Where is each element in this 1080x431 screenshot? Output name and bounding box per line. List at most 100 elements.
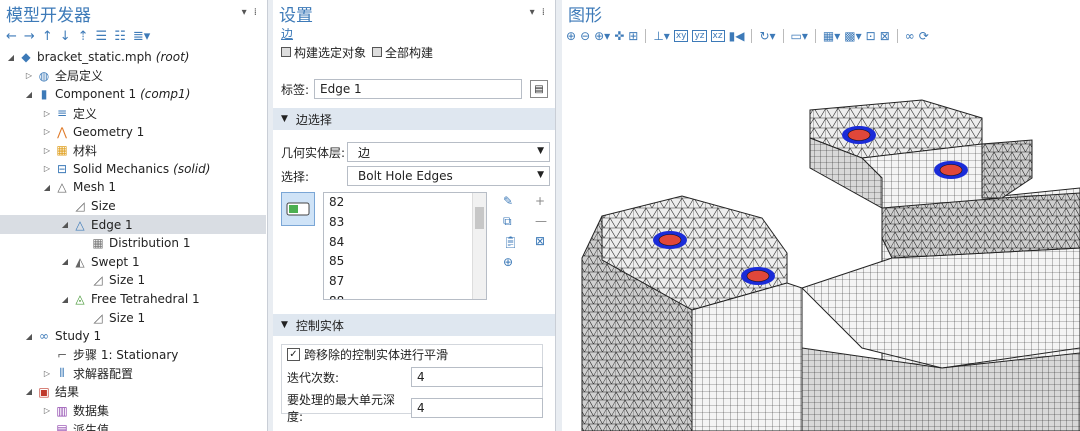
arrow-up-icon[interactable]: ↑	[42, 29, 53, 44]
arrow-right-icon[interactable]: →	[24, 29, 35, 44]
tree-item[interactable]: ◢ ◆ bracket_static.mph (root)	[0, 48, 266, 67]
clear-selection-icon[interactable]: ⊠	[535, 234, 547, 248]
tree-item[interactable]: ◿ Size	[0, 197, 266, 216]
tree-item[interactable]: ◢ ◭ Swept 1	[0, 253, 266, 272]
expanded-arrow-icon[interactable]: ◢	[24, 332, 34, 341]
expanded-arrow-icon[interactable]: ◢	[6, 53, 16, 62]
view-xy-icon[interactable]: xy	[673, 30, 689, 42]
tree-item[interactable]: ▷ ▦ 材料	[0, 141, 266, 160]
tree-item[interactable]: ▷ ◍ 全局定义	[0, 67, 266, 86]
list-item[interactable]: 82	[324, 193, 486, 213]
label-row: 标签: Edge 1 ▤	[281, 79, 548, 99]
bolt-hole[interactable]	[653, 231, 687, 249]
axis-orientation-icon[interactable]: ⊥▾	[653, 29, 669, 43]
tree-item[interactable]: ▷ ▥ 数据集	[0, 401, 266, 420]
expand-icon[interactable]: ☰	[96, 29, 108, 44]
bolt-hole[interactable]	[934, 161, 968, 179]
move-up-icon[interactable]: ⇡	[78, 29, 89, 44]
transparency-icon[interactable]: ▩▾	[844, 29, 861, 43]
tree-item[interactable]: ◢ △ Edge 1	[0, 215, 266, 234]
collapsed-arrow-icon[interactable]: ▷	[42, 146, 52, 155]
tree-item[interactable]: ▷ ≡ 定义	[0, 104, 266, 123]
zoom-in-icon[interactable]: ⊕	[566, 29, 576, 43]
toolbar-separator	[645, 29, 647, 43]
zoom-selected-icon[interactable]: ⊕	[503, 255, 518, 269]
panel-pin-icon[interactable]: ▾ ⁞	[242, 7, 259, 18]
rotate-icon[interactable]: ↻▾	[759, 29, 775, 43]
smooth-checkbox[interactable]: ✓	[287, 348, 300, 361]
paint-icon[interactable]: ✎	[503, 194, 518, 208]
list-item[interactable]: 87	[324, 272, 486, 292]
scene-light-icon[interactable]: ▦▾	[823, 29, 840, 43]
selection-select[interactable]: Bolt Hole Edges ▼	[347, 166, 550, 186]
collapse-icon[interactable]: ☷	[114, 29, 126, 44]
tree-item[interactable]: ◢ ▮ Component 1 (comp1)	[0, 85, 266, 104]
link-icon[interactable]: ∞	[905, 29, 915, 43]
tree-item[interactable]: ◢ ∞ Study 1	[0, 327, 266, 346]
comment-icon[interactable]: ▤	[530, 80, 548, 98]
tree-item[interactable]: ⌐ 步骤 1: Stationary	[0, 346, 266, 365]
selection-list-scrollbar[interactable]	[472, 193, 486, 299]
bolt-hole[interactable]	[842, 126, 876, 144]
paste-icon[interactable]: 📋︎	[503, 235, 518, 249]
zoom-box-icon[interactable]: ⊕▾	[594, 29, 610, 43]
zoom-extents-icon[interactable]: ⊞	[628, 29, 638, 43]
collapsed-arrow-icon[interactable]: ▷	[24, 71, 34, 80]
tree-item[interactable]: ◢ ▣ 结果	[0, 383, 266, 402]
build-all-button[interactable]: 全部构建	[372, 44, 433, 61]
bolt-hole[interactable]	[741, 267, 775, 285]
zoom-out-icon[interactable]: ⊖	[580, 29, 590, 43]
collapsed-arrow-icon[interactable]: ▷	[42, 164, 52, 173]
label-input[interactable]: Edge 1	[314, 79, 522, 99]
select-box-icon[interactable]: ▭▾	[791, 29, 808, 43]
list-item[interactable]: 85	[324, 252, 486, 272]
copy-icon[interactable]: ⧉	[503, 214, 518, 229]
tree-item[interactable]: ◿ Size 1	[0, 271, 266, 290]
screenshot-icon[interactable]: ⊡	[866, 29, 876, 43]
tree-item[interactable]: ▤ 派生值	[0, 420, 266, 431]
view-xz-icon[interactable]: xz	[710, 30, 725, 42]
iterations-input[interactable]: 4	[411, 367, 543, 387]
arrow-left-icon[interactable]: ←	[6, 29, 17, 44]
list-icon[interactable]: ≣▾	[133, 29, 150, 44]
geom-level-select[interactable]: 边 ▼	[347, 142, 550, 162]
collapsed-arrow-icon[interactable]: ▷	[42, 369, 52, 378]
selection-list-icon[interactable]: ⊠	[880, 29, 890, 43]
expanded-arrow-icon[interactable]: ◢	[42, 183, 52, 192]
tree-item-label: Distribution 1	[109, 236, 191, 251]
tree-item[interactable]: ▷ ⋀ Geometry 1	[0, 122, 266, 141]
expanded-arrow-icon[interactable]: ◢	[60, 295, 70, 304]
max-depth-input[interactable]: 4	[411, 398, 543, 418]
collapsed-arrow-icon[interactable]: ▷	[42, 406, 52, 415]
tree-item[interactable]: ▦ Distribution 1	[0, 234, 266, 253]
selection-list[interactable]: 828384858788	[323, 192, 487, 300]
tree-item[interactable]: ◿ Size 1	[0, 308, 266, 327]
tree-item[interactable]: ◢ ◬ Free Tetrahedral 1	[0, 290, 266, 309]
more-icon[interactable]: ⟳	[919, 29, 929, 43]
tree-item[interactable]: ▷ ⫴ 求解器配置	[0, 364, 266, 383]
build-selected-button[interactable]: 构建选定对象	[281, 44, 366, 61]
add-icon[interactable]: +	[535, 194, 547, 208]
expanded-arrow-icon[interactable]: ◢	[24, 90, 34, 99]
edge-selection-section[interactable]: ▼ 边选择	[273, 108, 555, 130]
view-yz-icon[interactable]: yz	[692, 30, 707, 42]
panel-pin-icon[interactable]: ▾ ⁞	[530, 7, 547, 18]
go-to-view-icon[interactable]: ▮◀	[729, 29, 745, 43]
expanded-arrow-icon[interactable]: ◢	[60, 257, 70, 266]
control-entities-section[interactable]: ▼ 控制实体	[273, 314, 555, 336]
tree-item[interactable]: ▷ ⊟ Solid Mechanics (solid)	[0, 160, 266, 179]
tree-item[interactable]: ◢ △ Mesh 1	[0, 178, 266, 197]
center-icon[interactable]: ✜	[614, 29, 624, 43]
list-item[interactable]: 84	[324, 233, 486, 253]
scrollbar-thumb[interactable]	[475, 207, 484, 229]
expanded-arrow-icon[interactable]: ◢	[60, 220, 70, 229]
activate-selection-toggle[interactable]	[281, 192, 315, 226]
collapsed-arrow-icon[interactable]: ▷	[42, 109, 52, 118]
remove-icon[interactable]: —	[535, 214, 547, 228]
arrow-down-icon[interactable]: ↓	[60, 29, 71, 44]
list-item[interactable]: 88	[324, 292, 486, 299]
graphics-canvas[interactable]	[562, 48, 1080, 431]
expanded-arrow-icon[interactable]: ◢	[24, 387, 34, 396]
collapsed-arrow-icon[interactable]: ▷	[42, 127, 52, 136]
list-item[interactable]: 83	[324, 213, 486, 233]
